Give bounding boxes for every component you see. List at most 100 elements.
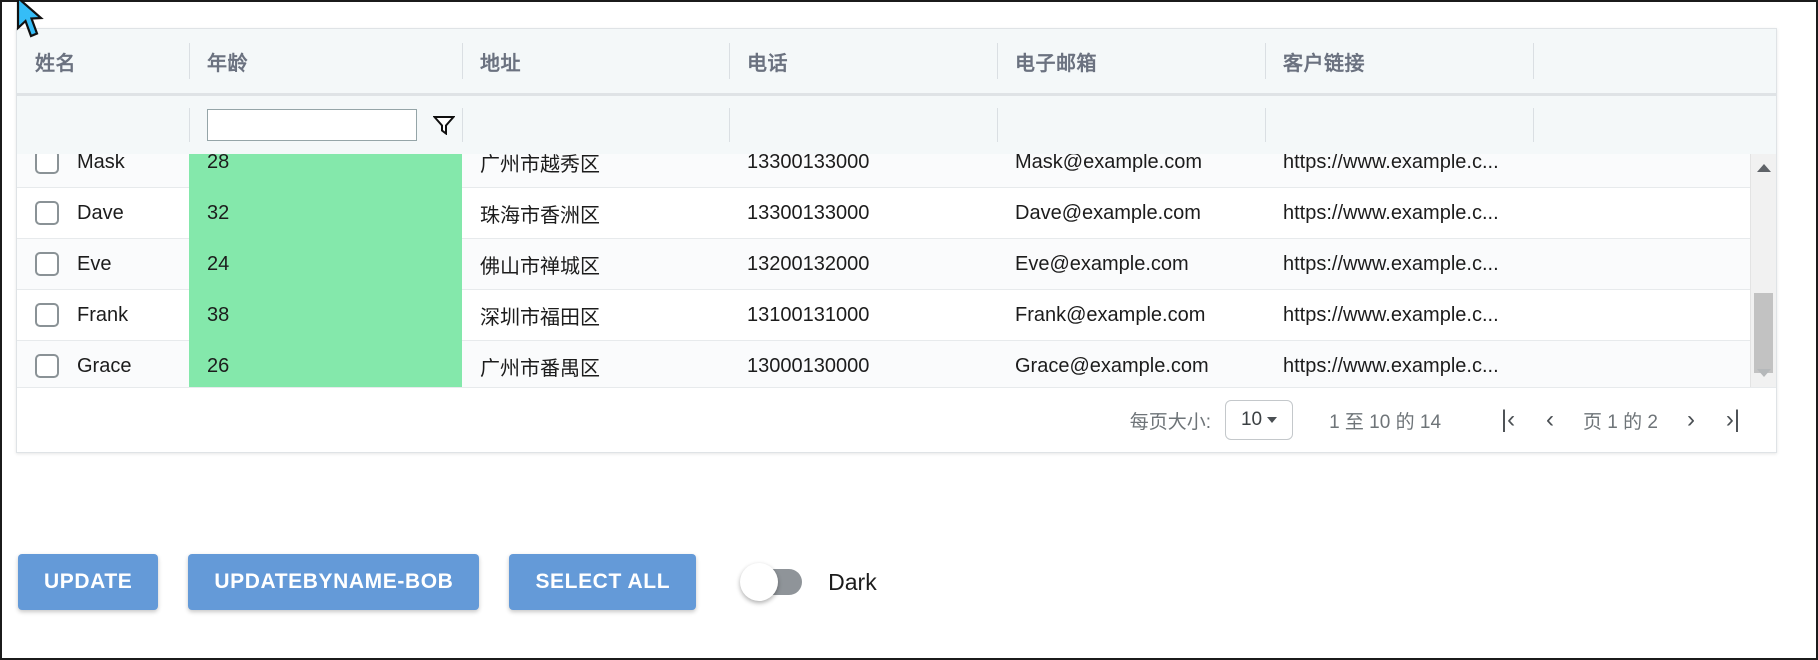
age-filter-input[interactable]: [207, 109, 417, 141]
column-header-phone[interactable]: 电话: [729, 29, 997, 93]
cell-link-text: https://www.example.c...: [1283, 201, 1499, 224]
cell-name: Mask: [17, 154, 189, 188]
table-row[interactable]: Grace 26 广州市番禺区 13000130000 Grace@example.co…: [17, 340, 1752, 387]
filter-cell-email: [997, 96, 1265, 154]
table-row[interactable]: Mask 28 广州市越秀区 13300133000 Mask@example.com h…: [17, 154, 1752, 188]
cell-link: https://www.example.c...: [1265, 188, 1533, 239]
column-header-age[interactable]: 年龄: [189, 29, 462, 93]
filter-cell-address: [462, 96, 729, 154]
cell-link-text: https://www.example.c...: [1283, 252, 1499, 275]
cell-age: 38: [189, 290, 462, 341]
cell-address-text: 珠海市香洲区: [480, 204, 600, 227]
cell-link: https://www.example.c...: [1265, 154, 1533, 188]
chevron-down-icon: [1267, 417, 1278, 423]
row-checkbox[interactable]: [35, 154, 59, 174]
column-header-age-label: 年龄: [207, 52, 248, 75]
row-checkbox[interactable]: [35, 252, 59, 276]
chevron-right-icon[interactable]: ›: [1670, 399, 1712, 441]
table-body: Mask 28 广州市越秀区 13300133000 Mask@example.com h…: [17, 154, 1752, 387]
scroll-down-button[interactable]: [1751, 361, 1776, 385]
cell-phone: 13100131000: [729, 290, 997, 341]
cell-email-text: Mask@example.com: [1015, 154, 1203, 173]
update-by-name-bob-button[interactable]: UPDATEBYNAME-BOB: [188, 554, 480, 610]
select-all-button[interactable]: SELECT ALL: [509, 554, 697, 610]
triangle-down-icon: [1756, 369, 1771, 377]
first-page-icon[interactable]: |‹: [1487, 399, 1529, 441]
cell-name: Grace: [17, 341, 189, 388]
cell-age: 26: [189, 341, 462, 387]
cell-name-text: Eve: [77, 252, 112, 275]
cell-phone-text: 13000130000: [747, 354, 870, 377]
cell-link-text: https://www.example.c...: [1283, 354, 1499, 377]
dark-mode-toggle-group: Dark: [740, 563, 877, 601]
cell-name-text: Dave: [77, 201, 124, 224]
dark-mode-toggle[interactable]: [740, 563, 803, 601]
table-row[interactable]: Frank 38 深圳市福田区 13100131000 Frank@example.co…: [17, 289, 1752, 341]
filter-cell-spacer: [1533, 96, 1776, 154]
cell-spacer: [1533, 154, 1752, 188]
cell-phone-text: 13300133000: [747, 154, 870, 173]
filter-cell-link: [1265, 96, 1533, 154]
cell-link: https://www.example.c...: [1265, 341, 1533, 388]
cell-address: 深圳市福田区: [462, 290, 729, 341]
cell-address: 广州市番禺区: [462, 341, 729, 388]
column-header-email-label: 电子邮箱: [1015, 52, 1097, 75]
last-page-icon[interactable]: ›|: [1712, 399, 1754, 441]
table-row[interactable]: Eve 24 佛山市禅城区 13200132000 Eve@example.com htt…: [17, 238, 1752, 290]
filter-cell-age: [189, 96, 462, 154]
app-window: 姓名 年龄 地址 电话 电子邮箱 客户链接 Mask 28 广州市越秀区 133…: [0, 0, 1818, 660]
cell-phone: 13200132000: [729, 239, 997, 290]
table-row[interactable]: Dave 32 珠海市香洲区 13300133000 Dave@example.com h…: [17, 187, 1752, 239]
action-bar: UPDATE UPDATEBYNAME-BOB SELECT ALL Dark: [18, 554, 877, 610]
cell-email-text: Frank@example.com: [1015, 303, 1206, 326]
cell-address: 佛山市禅城区: [462, 239, 729, 290]
column-header-email[interactable]: 电子邮箱: [997, 29, 1265, 93]
scroll-up-button[interactable]: [1751, 156, 1776, 180]
page-size-select[interactable]: 10: [1225, 400, 1294, 440]
cell-link: https://www.example.c...: [1265, 290, 1533, 341]
dark-mode-label: Dark: [828, 568, 877, 595]
pagination-nav: |‹ ‹ 页 1 的 2 › ›|: [1487, 399, 1754, 441]
cell-age: 32: [189, 188, 462, 239]
triangle-up-icon: [1756, 164, 1771, 172]
cell-phone-text: 13200132000: [747, 252, 870, 275]
cell-spacer: [1533, 341, 1752, 388]
cell-age: 24: [189, 239, 462, 290]
cell-email: Mask@example.com: [997, 154, 1265, 188]
table-header-row: 姓名 年龄 地址 电话 电子邮箱 客户链接: [17, 29, 1776, 93]
toggle-knob: [740, 563, 779, 601]
column-header-phone-label: 电话: [747, 52, 788, 75]
row-checkbox[interactable]: [35, 201, 59, 225]
cell-email: Grace@example.com: [997, 341, 1265, 388]
cell-name: Frank: [17, 290, 189, 341]
cell-phone: 13300133000: [729, 154, 997, 188]
cell-spacer: [1533, 290, 1752, 341]
column-header-name[interactable]: 姓名: [17, 29, 189, 93]
funnel-icon[interactable]: [431, 112, 457, 138]
column-header-name-label: 姓名: [35, 52, 76, 75]
cell-phone-text: 13100131000: [747, 303, 870, 326]
column-header-spacer: [1533, 29, 1776, 93]
update-button[interactable]: UPDATE: [18, 554, 159, 610]
cell-phone: 13300133000: [729, 188, 997, 239]
chevron-left-icon[interactable]: ‹: [1529, 399, 1571, 441]
cell-name-text: Grace: [77, 354, 132, 377]
cell-email: Dave@example.com: [997, 188, 1265, 239]
cell-link-text: https://www.example.c...: [1283, 154, 1499, 173]
cell-email: Eve@example.com: [997, 239, 1265, 290]
table-vertical-scrollbar[interactable]: [1750, 154, 1776, 387]
page-size-label: 每页大小:: [1129, 411, 1212, 433]
cell-age: 28: [189, 154, 462, 188]
pagination-bar: 每页大小: 10 1 至 10 的 14 |‹ ‹ 页 1 的 2 › ›|: [17, 387, 1776, 452]
filter-cell-phone: [729, 96, 997, 154]
table-filter-row: [17, 96, 1776, 154]
row-checkbox[interactable]: [35, 303, 59, 327]
cell-age-text: 24: [207, 253, 230, 275]
cell-name: Dave: [17, 188, 189, 239]
column-header-link[interactable]: 客户链接: [1265, 29, 1533, 93]
cell-phone-text: 13300133000: [747, 201, 870, 224]
column-header-address[interactable]: 地址: [462, 29, 729, 93]
cell-address-text: 广州市番禺区: [480, 357, 600, 380]
cell-spacer: [1533, 239, 1752, 290]
row-checkbox[interactable]: [35, 354, 59, 378]
